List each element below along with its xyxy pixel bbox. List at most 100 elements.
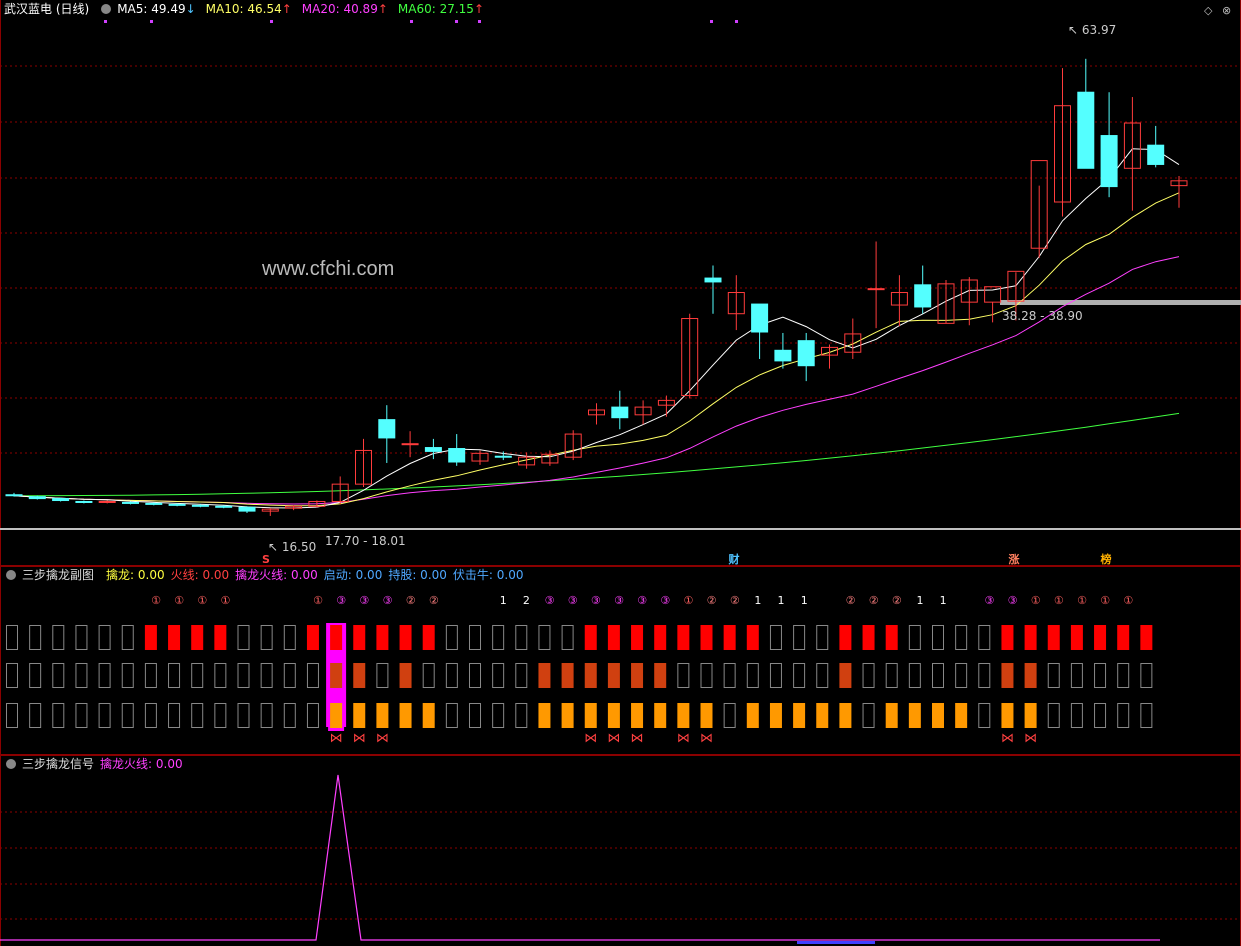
empty-cell [1117, 703, 1130, 728]
sub-legend-item: 擒龙: 0.00 [106, 568, 165, 582]
signal-panel[interactable]: 三步擒龙信号 擒龙火线: 0.00 [0, 755, 1241, 946]
filled-cell [1117, 625, 1130, 650]
sub-indicator-panel[interactable]: ① ① ① ① ① ③ ③ ③ ② ② 1 2 ③ ③ ③ ③ ③ ③ ① ② ② 1 1 1 ② ② ② 1 1 ③ ③ ① ① ① ① ① ⋈ ⋈ ⋈ ⋈… [0, 566, 1241, 755]
candle-body [401, 443, 419, 446]
filled-cell [353, 703, 366, 728]
empty-cell [908, 663, 921, 688]
empty-cell [214, 663, 227, 688]
filled-cell [654, 625, 667, 650]
empty-cell [422, 663, 435, 688]
filled-cell [1024, 703, 1037, 728]
candle-body [378, 419, 396, 439]
circle-number-label: ② [707, 594, 717, 607]
empty-cell [52, 663, 65, 688]
empty-cell [723, 663, 736, 688]
empty-cell [469, 625, 481, 650]
butterfly-icon: ⋈ [353, 731, 366, 746]
filled-cell [376, 703, 389, 728]
sub-legend-item: 持股: 0.00 [388, 568, 447, 582]
filled-cell [191, 625, 204, 650]
range-label: 38.28 - 38.90 [1002, 309, 1083, 323]
empty-cell [793, 663, 806, 688]
support-line [0, 528, 1241, 530]
filled-cell [932, 703, 944, 728]
filled-cell [330, 703, 343, 728]
empty-cell [75, 625, 88, 650]
empty-cell [769, 663, 782, 688]
filled-cell [584, 703, 597, 728]
candle-body [914, 284, 932, 308]
empty-cell [561, 625, 574, 650]
filled-cell [654, 703, 667, 728]
diamond-icon[interactable]: ◇ [1204, 4, 1212, 17]
filled-cell [144, 625, 157, 650]
candle-body [238, 506, 256, 512]
filled-cell [908, 703, 921, 728]
indicator-toggle-icon[interactable] [101, 4, 112, 14]
ma-legend-item: MA5: 49.49 [117, 2, 186, 16]
empty-cell [978, 663, 991, 688]
circle-number-label: 1 [916, 594, 923, 607]
empty-cell [260, 703, 273, 728]
filled-cell [422, 625, 435, 650]
empty-cell [816, 625, 829, 650]
signal-header: 三步擒龙信号 擒龙火线: 0.00 [0, 755, 189, 773]
filled-cell [654, 663, 667, 688]
filled-cell [1070, 625, 1083, 650]
filled-cell [538, 703, 551, 728]
filled-cell [1024, 663, 1037, 688]
filled-cell [607, 625, 620, 650]
empty-cell [144, 703, 157, 728]
signal-chart[interactable] [0, 755, 1241, 946]
empty-cell [700, 663, 713, 688]
candlestick-chart[interactable]: www.cfchi.com ↖ 63.97 ↖ 16.50 17.70 - 18.01… [0, 0, 1241, 566]
empty-cell [746, 663, 759, 688]
candle-body [1100, 135, 1118, 188]
sub-toggle-icon[interactable] [6, 570, 16, 580]
filled-cell [862, 625, 875, 650]
signal-baseline-marker [797, 941, 875, 944]
filled-cell [399, 703, 412, 728]
empty-cell [932, 625, 944, 650]
main-chart-panel[interactable]: www.cfchi.com ↖ 63.97 ↖ 16.50 17.70 - 18.01… [0, 0, 1241, 566]
sub-legend: 擒龙: 0.00 火线: 0.00 擒龙火线: 0.00 启动: 0.00 持股: 0.… [106, 568, 529, 582]
filled-cell [584, 663, 597, 688]
empty-cell [978, 625, 991, 650]
close-icon[interactable]: ⊗ [1222, 4, 1231, 17]
empty-cell [144, 663, 157, 688]
filled-cell [1047, 625, 1060, 650]
signal-toggle-icon[interactable] [6, 759, 16, 769]
filled-cell [330, 663, 343, 688]
filled-cell [330, 625, 343, 650]
empty-cell [306, 703, 319, 728]
empty-cell [816, 663, 829, 688]
circle-number-label: ③ [984, 594, 994, 607]
butterfly-icon: ⋈ [607, 731, 620, 746]
empty-cell [469, 663, 481, 688]
empty-cell [1140, 663, 1153, 688]
empty-cell [121, 625, 134, 650]
filled-cell [376, 625, 389, 650]
empty-cell [121, 703, 134, 728]
empty-cell [306, 663, 319, 688]
empty-cell [469, 703, 481, 728]
sub-indicator-chart[interactable]: ① ① ① ① ① ③ ③ ③ ② ② 1 2 ③ ③ ③ ③ ③ ③ ① ② ② 1 1 1 ② ② ② 1 1 ③ ③ ① ① ① ① ①⋈ ⋈ ⋈ ⋈… [0, 566, 1241, 755]
filled-cell [769, 703, 782, 728]
circle-number-label: ① [1077, 594, 1087, 607]
filled-cell [816, 703, 829, 728]
empty-cell [29, 703, 42, 728]
circle-number-label: ① [1123, 594, 1133, 607]
candle-body [494, 455, 512, 458]
candle-body [191, 504, 209, 507]
butterfly-icon: ⋈ [584, 731, 597, 746]
butterfly-icon: ⋈ [700, 731, 713, 746]
empty-cell [492, 703, 505, 728]
empty-cell [98, 703, 111, 728]
circle-number-label: ② [892, 594, 902, 607]
filled-cell [839, 625, 852, 650]
candle-body [122, 501, 139, 504]
filled-cell [1140, 625, 1153, 650]
filled-cell [1024, 625, 1037, 650]
filled-cell [723, 625, 736, 650]
circle-number-label: ③ [336, 594, 346, 607]
